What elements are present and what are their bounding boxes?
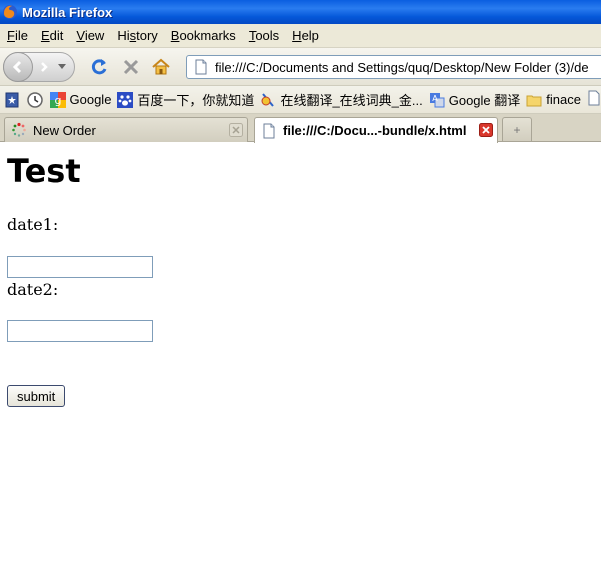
navigation-toolbar: file:///C:/Documents and Settings/quq/De… bbox=[0, 48, 601, 86]
window-titlebar: Mozilla Firefox bbox=[0, 0, 601, 24]
submit-button[interactable]: submit bbox=[7, 385, 66, 407]
tab-label: New Order bbox=[33, 122, 96, 138]
menu-history[interactable]: History bbox=[110, 24, 163, 48]
loading-spinner-icon bbox=[12, 122, 26, 137]
page-icon bbox=[263, 123, 275, 138]
date1-label: date1: bbox=[7, 215, 59, 234]
bookmark-label: Google bbox=[69, 92, 112, 107]
svg-text:A: A bbox=[432, 94, 438, 103]
forward-arrow-icon bbox=[41, 61, 48, 72]
menu-file[interactable]: File bbox=[0, 24, 34, 48]
history-dropdown-button[interactable] bbox=[55, 56, 69, 78]
window-title: Mozilla Firefox bbox=[22, 4, 113, 20]
address-bar[interactable]: file:///C:/Documents and Settings/quq/De… bbox=[186, 55, 601, 79]
forward-button[interactable] bbox=[33, 56, 55, 78]
date1-input[interactable] bbox=[7, 256, 153, 278]
bookmark-item[interactable]: A Google 翻译 bbox=[429, 90, 521, 109]
menu-bar: File Edit View History Bookmarks Tools Help bbox=[0, 24, 601, 48]
bookmark-label: finace bbox=[546, 92, 581, 107]
baidu-paw-icon bbox=[117, 91, 134, 108]
bookmark-item[interactable]: finace bbox=[526, 92, 581, 108]
bookmark-item[interactable]: 百度一下，你就知道 bbox=[117, 90, 254, 109]
history-sidebar-button[interactable] bbox=[27, 91, 44, 109]
close-icon[interactable] bbox=[229, 123, 243, 137]
plus-icon: + bbox=[513, 122, 521, 137]
page-content: Test date1: date2: submit bbox=[0, 143, 601, 570]
home-button[interactable] bbox=[147, 53, 175, 81]
reload-button[interactable] bbox=[85, 53, 113, 81]
google-icon: g bbox=[49, 91, 66, 108]
bookmark-list: g Google 百度一下，你就知道 在线翻译_在线词典_金... A Google 翻译… bbox=[44, 90, 601, 109]
home-icon bbox=[152, 58, 170, 74]
menu-edit[interactable]: Edit bbox=[34, 24, 69, 48]
tab-x-html[interactable]: file:///C:/Docu...-bundle/x.html bbox=[254, 117, 498, 143]
back-forward-group bbox=[3, 51, 75, 82]
new-tab-button[interactable]: + bbox=[502, 117, 532, 141]
date2-label: date2: bbox=[7, 280, 59, 299]
firefox-icon bbox=[3, 5, 17, 19]
stop-icon bbox=[123, 59, 139, 74]
menu-view[interactable]: View bbox=[69, 24, 110, 48]
bookmark-item[interactable]: g Google bbox=[49, 91, 112, 108]
reload-icon bbox=[91, 58, 107, 74]
tab-label: file:///C:/Docu...-bundle/x.html bbox=[283, 123, 467, 138]
chevron-down-icon bbox=[58, 63, 66, 69]
google-translate-icon: A bbox=[429, 92, 445, 108]
bookmarks-toolbar: g Google 百度一下，你就知道 在线翻译_在线词典_金... A Google 翻译… bbox=[0, 86, 601, 114]
back-arrow-icon bbox=[12, 60, 22, 73]
close-icon[interactable] bbox=[479, 123, 493, 137]
bookmark-label: Google 翻译 bbox=[448, 93, 521, 108]
url-text: file:///C:/Documents and Settings/quq/De… bbox=[215, 59, 589, 75]
page-icon[interactable] bbox=[587, 90, 601, 109]
back-button[interactable] bbox=[3, 51, 33, 82]
bookmark-star-icon bbox=[5, 92, 19, 107]
page-icon bbox=[195, 59, 207, 75]
folder-icon bbox=[526, 92, 542, 108]
menu-bookmarks[interactable]: Bookmarks bbox=[164, 24, 242, 48]
tab-new-order[interactable]: New Order bbox=[4, 117, 248, 142]
bookmark-label: 百度一下，你就知道 bbox=[137, 93, 255, 108]
stop-button[interactable] bbox=[117, 53, 145, 81]
bookmark-label: 在线翻译_在线词典_金... bbox=[280, 93, 423, 108]
page-title: Test bbox=[7, 152, 81, 190]
svg-text:g: g bbox=[54, 94, 61, 107]
bookmark-item[interactable]: 在线翻译_在线词典_金... bbox=[260, 90, 423, 109]
iciba-icon bbox=[260, 92, 276, 108]
clock-icon bbox=[27, 91, 43, 108]
menu-help[interactable]: Help bbox=[285, 24, 325, 48]
tab-bar: New Order file:///C:/Docu...-bundle/x.ht… bbox=[0, 114, 601, 143]
menu-tools[interactable]: Tools bbox=[242, 24, 285, 48]
date2-input[interactable] bbox=[7, 320, 153, 342]
bookmarks-menu-button[interactable] bbox=[4, 91, 21, 109]
